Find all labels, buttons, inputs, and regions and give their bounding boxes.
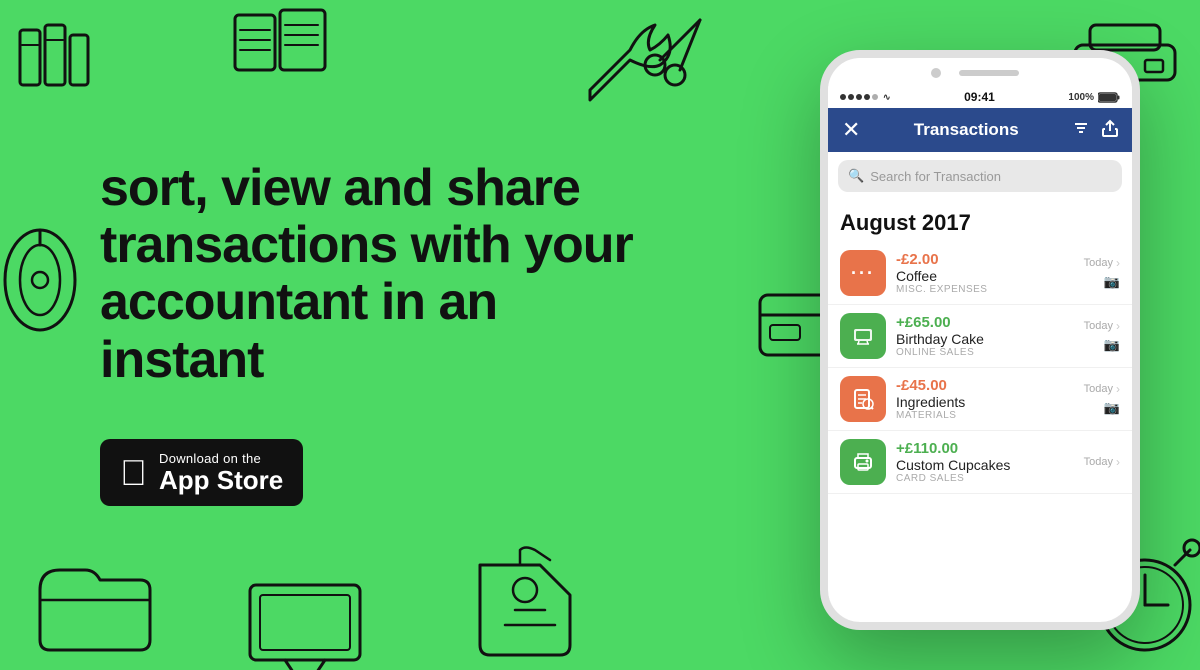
signal-dots: ∿: [840, 92, 891, 103]
transaction-category: MATERIALS: [896, 410, 1074, 421]
transaction-icon-birthdaycake: [840, 313, 886, 359]
transaction-right: Today › 📷: [1084, 256, 1120, 290]
phone-speaker: [959, 70, 1019, 76]
transaction-item[interactable]: ··· -£2.00 Coffee MISC. EXPENSES Today ›…: [828, 242, 1132, 305]
month-header: August 2017: [828, 200, 1132, 242]
transaction-right: Today ›: [1084, 455, 1120, 469]
transaction-date: Today ›: [1084, 319, 1120, 333]
app-store-line1: Download on the: [159, 451, 261, 466]
transaction-date: Today ›: [1084, 382, 1120, 396]
transaction-middle: +£65.00 Birthday Cake ONLINE SALES: [896, 314, 1074, 358]
deco-tag-bottom: [460, 545, 590, 665]
headline: sort, view and share transactions with y…: [100, 160, 660, 389]
transaction-icon-cupcakes: [840, 439, 886, 485]
app-store-line2: App Store: [159, 466, 283, 495]
deco-wallet-left: [0, 220, 90, 340]
transaction-name: Birthday Cake: [896, 331, 1074, 347]
transaction-middle: +£110.00 Custom Cupcakes CARD SALES: [896, 440, 1074, 484]
transaction-name: Ingredients: [896, 394, 1074, 410]
battery-percent: 100%: [1068, 92, 1094, 103]
transaction-category: CARD SALES: [896, 473, 1074, 484]
transaction-amount: -£45.00: [896, 377, 1074, 394]
transaction-date: Today ›: [1084, 455, 1120, 469]
transaction-category: MISC. EXPENSES: [896, 284, 1074, 295]
background: sort, view and share transactions with y…: [0, 0, 1200, 670]
status-time: 09:41: [964, 90, 995, 104]
transaction-right: Today › 📷: [1084, 319, 1120, 353]
transaction-name: Coffee: [896, 268, 1074, 284]
battery-area: 100%: [1068, 92, 1120, 103]
transaction-middle: -£45.00 Ingredients MATERIALS: [896, 377, 1074, 421]
app-store-button[interactable]:  Download on the App Store: [100, 439, 303, 507]
transaction-date: Today ›: [1084, 256, 1120, 270]
transaction-middle: -£2.00 Coffee MISC. EXPENSES: [896, 251, 1074, 295]
transaction-category: ONLINE SALES: [896, 347, 1074, 358]
transaction-icon-ingredients: [840, 376, 886, 422]
transaction-amount: +£110.00: [896, 440, 1074, 457]
camera-icon: 📷: [1104, 274, 1120, 290]
monitor-icon: [851, 324, 875, 348]
phone-mockup: ∿ 09:41 100% ✕ Transaction: [820, 50, 1140, 630]
search-placeholder: Search for Transaction: [870, 169, 1001, 184]
header-actions: [1072, 119, 1118, 142]
transaction-icon-coffee: ···: [840, 250, 886, 296]
ingredients-icon: [851, 387, 875, 411]
transaction-item[interactable]: -£45.00 Ingredients MATERIALS Today › 📷: [828, 368, 1132, 431]
transaction-amount: +£65.00: [896, 314, 1074, 331]
deco-monitor-bottom: [240, 575, 370, 670]
search-bar[interactable]: 🔍 Search for Transaction: [838, 160, 1122, 192]
transaction-list: ··· -£2.00 Coffee MISC. EXPENSES Today ›…: [828, 242, 1132, 494]
phone-outer-shell: ∿ 09:41 100% ✕ Transaction: [820, 50, 1140, 630]
deco-folder-bottom: [30, 550, 160, 660]
app-title: Transactions: [914, 120, 1019, 140]
phone-camera-icon: [931, 68, 941, 78]
camera-icon: 📷: [1104, 400, 1120, 416]
deco-notebook-top: [220, 0, 340, 85]
phone-top-bar: [828, 58, 1132, 88]
search-icon: 🔍: [848, 168, 864, 184]
left-content: sort, view and share transactions with y…: [100, 160, 660, 506]
transaction-amount: -£2.00: [896, 251, 1074, 268]
battery-icon: [1098, 92, 1120, 103]
transaction-right: Today › 📷: [1084, 382, 1120, 416]
app-store-text: Download on the App Store: [159, 451, 283, 495]
transaction-name: Custom Cupcakes: [896, 457, 1074, 473]
printer-icon: [851, 450, 875, 474]
deco-books-topleft: [10, 10, 100, 100]
deco-tools-top: [560, 0, 710, 120]
apple-logo-icon: : [120, 455, 147, 491]
transaction-item[interactable]: +£65.00 Birthday Cake ONLINE SALES Today…: [828, 305, 1132, 368]
status-bar: ∿ 09:41 100%: [828, 86, 1132, 108]
share-icon[interactable]: [1102, 119, 1118, 142]
camera-icon: 📷: [1104, 337, 1120, 353]
back-button[interactable]: ✕: [842, 117, 860, 143]
phone-screen: ∿ 09:41 100% ✕ Transaction: [828, 58, 1132, 622]
app-navbar: ✕ Transactions: [828, 108, 1132, 152]
filter-icon[interactable]: [1072, 119, 1090, 142]
transaction-item[interactable]: +£110.00 Custom Cupcakes CARD SALES Toda…: [828, 431, 1132, 494]
